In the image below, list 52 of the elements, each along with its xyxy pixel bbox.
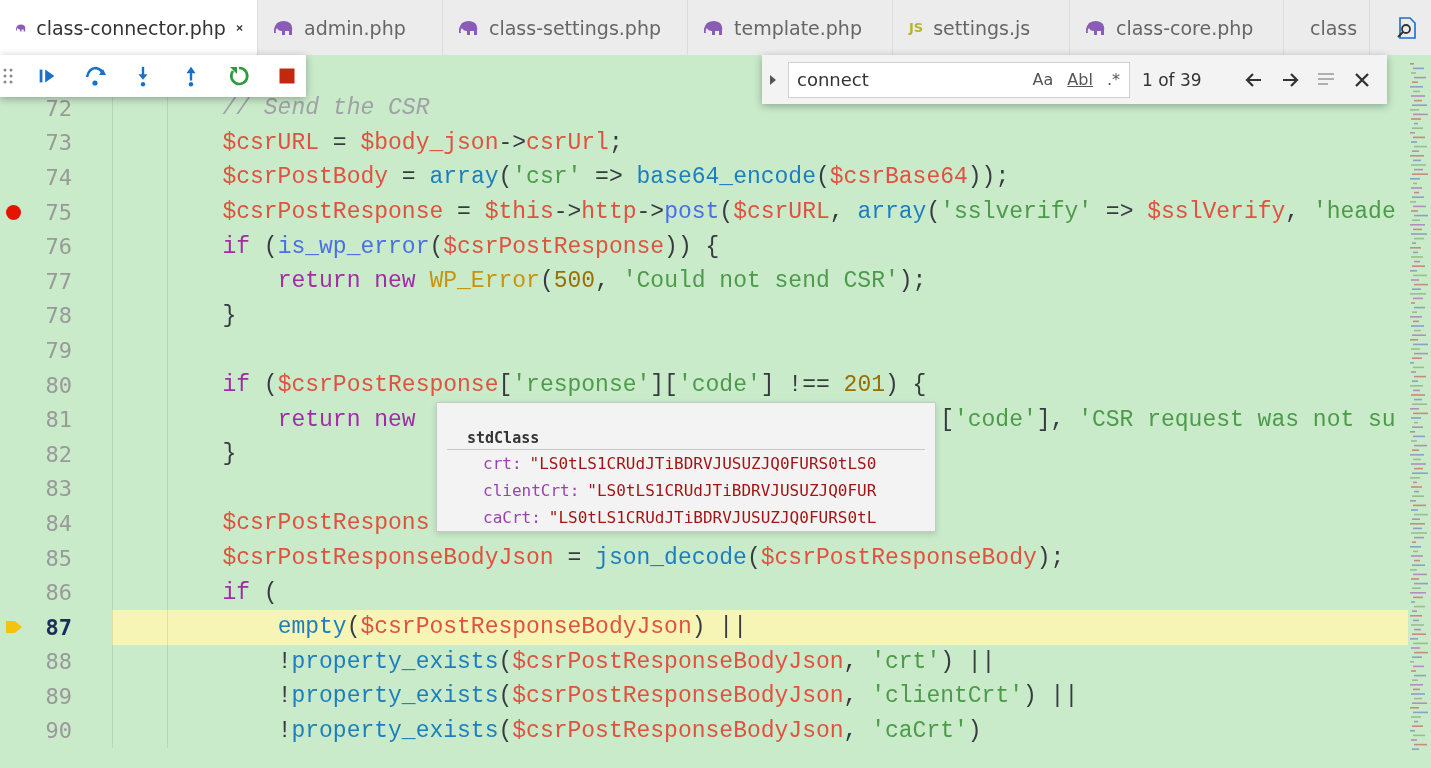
- search-file-icon[interactable]: [1395, 15, 1419, 40]
- tab-label: class-connector.php: [36, 16, 226, 39]
- line-number: 85: [45, 545, 72, 571]
- tab-label: class-settings.php: [489, 16, 662, 39]
- elephant-icon: [704, 19, 724, 36]
- line-number: 76: [45, 234, 72, 260]
- elephant-icon: [459, 19, 479, 36]
- line-number: 83: [45, 476, 72, 502]
- popup-title: stdClass: [447, 411, 925, 450]
- tab-label: class-core.php: [1116, 16, 1255, 39]
- tab-label: admin.php: [304, 16, 407, 39]
- line-number: 79: [45, 337, 72, 363]
- elephant-icon: [274, 19, 294, 36]
- tab-label: class: [1310, 16, 1358, 39]
- tab[interactable]: class-connector.php: [0, 0, 258, 55]
- js-file-icon: JS: [909, 20, 924, 35]
- breakpoint-dot[interactable]: [6, 204, 21, 220]
- line-number: 73: [45, 130, 72, 156]
- tab-label: template.php: [734, 16, 863, 39]
- whole-word-toggle[interactable]: Abl: [1064, 69, 1096, 90]
- property-value: "LS0tLS1CRUdJTiBDRVJUSUZJQ0FURS0tL: [548, 508, 877, 527]
- line-number: 89: [45, 683, 72, 709]
- property-name: crt:: [483, 454, 522, 473]
- line-number: 86: [45, 580, 72, 606]
- line-number: 81: [45, 407, 72, 433]
- match-count: 1 of 39: [1142, 69, 1203, 90]
- line-number: 90: [45, 718, 72, 744]
- line-number: 84: [45, 510, 72, 536]
- line-number: 75: [45, 199, 72, 225]
- property-name: caCrt:: [483, 508, 541, 527]
- line-number: 72: [45, 95, 72, 121]
- line-number: 74: [45, 165, 72, 190]
- property-name: clientCrt:: [483, 481, 580, 500]
- close-icon: [1353, 70, 1371, 89]
- line-number: 82: [45, 441, 72, 467]
- elephant-icon: [1086, 19, 1106, 36]
- search-field[interactable]: connect Aa Abl .*: [788, 61, 1130, 98]
- stop-icon: [277, 66, 297, 86]
- step-over-icon: [83, 64, 107, 88]
- line-number: 88: [45, 649, 72, 675]
- drag-handle-icon[interactable]: [2, 67, 14, 85]
- line-number: 87: [45, 614, 72, 640]
- tab-label: settings.js: [933, 16, 1032, 39]
- match-case-toggle[interactable]: Aa: [1029, 69, 1057, 90]
- property-value: "LS0tLS1CRUdJTiBDRVJUSUZJQ0FURS0tLS0: [529, 454, 877, 473]
- regex-toggle[interactable]: .*: [1103, 69, 1123, 90]
- restart-icon: [227, 64, 251, 88]
- property-value: "LS0tLS1CRUdJTiBDRVJUSUZJQ0FUR: [587, 481, 877, 500]
- line-number: 80: [45, 372, 72, 398]
- chevron-right-icon[interactable]: [768, 72, 778, 87]
- line-number: 77: [45, 268, 72, 294]
- line-number: 78: [45, 303, 72, 329]
